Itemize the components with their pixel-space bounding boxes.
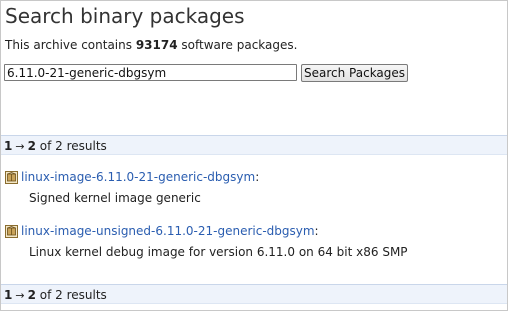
package-colon: :	[255, 170, 260, 184]
package-link[interactable]: linux-image-6.11.0-21-generic-dbgsym	[21, 170, 255, 185]
pagination-total: of 2 results	[39, 139, 107, 153]
pagination-arrow: →	[15, 140, 25, 153]
pagination-bottom: 1 → 2 of 2 results	[1, 284, 507, 304]
pagination-arrow: →	[15, 289, 25, 302]
summary-suffix: software packages.	[177, 38, 298, 52]
package-description: Linux kernel debug image for version 6.1…	[29, 245, 408, 259]
package-icon	[5, 225, 18, 238]
pagination-end: 2	[27, 139, 36, 153]
pagination-top: 1 → 2 of 2 results	[1, 135, 507, 155]
package-count: 93174	[135, 38, 178, 52]
search-packages-button[interactable]: Search Packages	[301, 64, 409, 82]
page-title: Search binary packages	[5, 4, 245, 28]
pagination-end: 2	[27, 288, 36, 302]
archive-summary: This archive contains 93174 software pac…	[5, 38, 297, 53]
package-colon: :	[314, 224, 319, 238]
summary-prefix: This archive contains	[5, 38, 136, 52]
result-item: linux-image-6.11.0-21-generic-dbgsym: Si…	[5, 170, 259, 206]
pagination-total: of 2 results	[39, 288, 107, 302]
page-frame: Search binary packages This archive cont…	[0, 0, 508, 311]
result-item: linux-image-unsigned-6.11.0-21-generic-d…	[5, 224, 408, 260]
package-link[interactable]: linux-image-unsigned-6.11.0-21-generic-d…	[21, 224, 315, 239]
package-description: Signed kernel image generic	[29, 191, 201, 205]
search-input[interactable]	[4, 64, 297, 81]
package-icon	[5, 171, 18, 184]
